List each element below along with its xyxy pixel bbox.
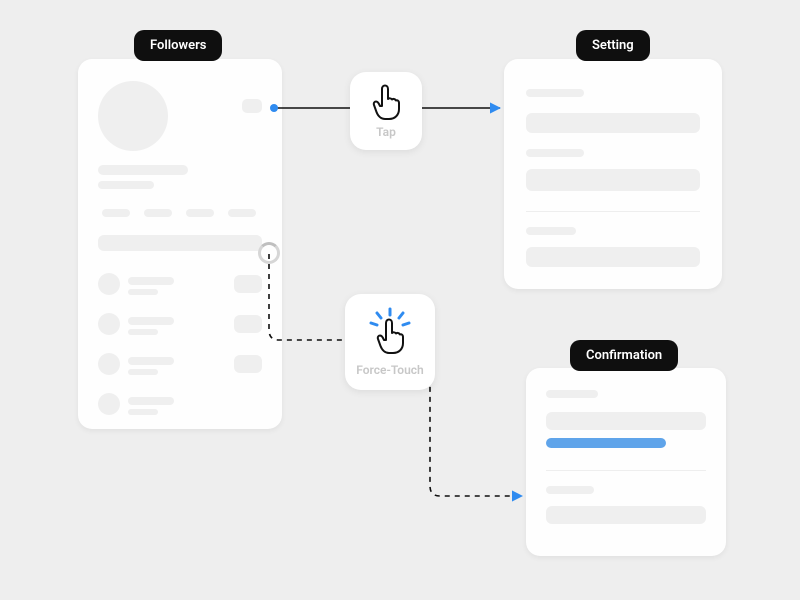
dot-tap-origin [270,104,278,112]
gesture-tap-chip: Tap [350,72,422,150]
gesture-force-touch-label: Force-Touch [356,363,424,377]
badge-followers: Followers [134,30,222,61]
loading-ring-icon [258,242,280,264]
badge-confirmation: Confirmation [570,340,678,371]
gesture-force-touch-chip: Force-Touch [345,294,435,390]
badge-setting: Setting [576,30,650,61]
tap-hand-icon [369,83,403,121]
gesture-tap-label: Tap [376,125,396,139]
force-touch-hand-icon [367,307,413,359]
